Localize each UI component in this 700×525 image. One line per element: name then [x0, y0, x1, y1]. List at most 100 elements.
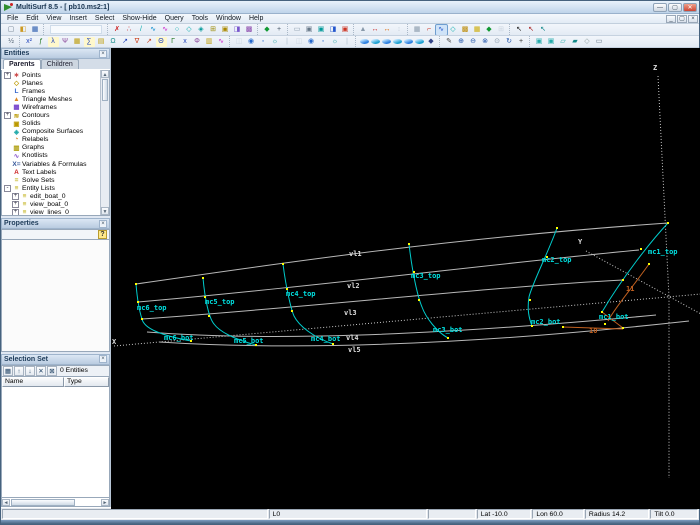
menu-show-hide[interactable]: Show-Hide: [118, 15, 160, 22]
delete-icon[interactable]: ✗: [112, 25, 123, 35]
patch-tool-icon[interactable]: ▣: [220, 25, 231, 35]
mdi-minimize-button[interactable]: _: [666, 14, 676, 23]
control-point[interactable]: [418, 299, 420, 301]
control-point[interactable]: [604, 323, 606, 325]
tree-item-view-boat-0[interactable]: + ≡ view_boat_0: [4, 201, 100, 209]
line-tool-icon[interactable]: /: [136, 25, 147, 35]
control-point[interactable]: [556, 227, 558, 229]
tree-item-knotlists[interactable]: ∿ Knotlists: [4, 152, 100, 160]
entities-tree-scrollbar[interactable]: ▲ ▼: [100, 70, 109, 215]
control-point[interactable]: [208, 315, 210, 317]
rotate-view-icon[interactable]: ↻: [504, 37, 515, 47]
formula-icon[interactable]: ƒ: [36, 37, 47, 47]
scroll-down-icon[interactable]: ▼: [101, 207, 109, 215]
mdi-close-button[interactable]: ×: [688, 14, 698, 23]
control-point[interactable]: [640, 248, 642, 250]
maximize-button[interactable]: ▢: [668, 2, 682, 12]
selection-close-icon[interactable]: ×: [99, 355, 107, 363]
snake-tool-icon[interactable]: ∿: [160, 25, 171, 35]
control-point[interactable]: [562, 326, 564, 328]
new-file-icon[interactable]: ▢: [6, 25, 17, 35]
tree-item-solids[interactable]: ▣ Solids: [4, 120, 100, 128]
tree-expander-icon[interactable]: +: [4, 112, 11, 120]
zoom-window-icon[interactable]: ⊗: [480, 37, 491, 47]
surface-oval-icon[interactable]: [393, 39, 402, 44]
tree-item-wireframes[interactable]: ▦ Wireframes: [4, 103, 100, 112]
control-point[interactable]: [622, 279, 624, 281]
render-display-icon[interactable]: ◆: [484, 25, 495, 35]
stretch-y-icon[interactable]: ↔: [382, 25, 393, 35]
surface-oval-icon[interactable]: [415, 39, 424, 44]
sigma-icon[interactable]: ∑: [83, 36, 95, 47]
grid-rows-icon[interactable]: ▤: [96, 37, 107, 47]
solid-tool-icon[interactable]: ◨: [232, 25, 243, 35]
zoom-previous-icon[interactable]: ⊙: [492, 37, 503, 47]
menu-file[interactable]: File: [3, 15, 22, 22]
tree-item-variables-formulas[interactable]: X= Variables & Formulas: [4, 160, 100, 168]
tree-item-planes[interactable]: ◇ Planes: [4, 79, 100, 88]
shade-display-icon[interactable]: ▦: [472, 25, 483, 35]
move-up-icon[interactable]: ↑: [14, 365, 24, 376]
circle-tool-icon[interactable]: ○: [172, 25, 183, 35]
selection-hscrollbar[interactable]: ◄ ►: [1, 498, 110, 507]
psi-icon[interactable]: Ψ: [60, 37, 71, 47]
curve-tool-icon[interactable]: ∿: [148, 25, 159, 35]
minimize-button[interactable]: —: [653, 2, 667, 12]
control-point[interactable]: [529, 299, 531, 301]
image-tool-icon[interactable]: ▩: [244, 25, 255, 35]
bulb-dim2-icon[interactable]: ◦: [318, 37, 329, 47]
show-entity2-icon[interactable]: ◫: [294, 37, 305, 47]
tree-expander-icon[interactable]: -: [4, 184, 11, 192]
hscroll-thumb[interactable]: [11, 498, 76, 506]
bulb-on-icon[interactable]: ◉: [246, 37, 257, 47]
view-window1-icon[interactable]: ▣: [304, 25, 315, 35]
tree-item-triangle-meshes[interactable]: ▲ Triangle Meshes: [4, 95, 100, 103]
insert-entity-icon[interactable]: ◆: [262, 25, 273, 35]
control-point[interactable]: [648, 263, 650, 265]
tree-expander-icon[interactable]: +: [12, 201, 19, 209]
clear-set-icon[interactable]: ⊠: [47, 365, 57, 376]
tree-expander-icon[interactable]: +: [12, 192, 19, 200]
tree-item-points[interactable]: + ∗ Points: [4, 71, 100, 79]
omega-icon[interactable]: Ω: [108, 37, 119, 47]
control-point[interactable]: [622, 327, 624, 329]
select-pointer-icon[interactable]: ↖: [514, 25, 525, 35]
add-icon[interactable]: +: [274, 25, 285, 35]
hull-wireframe-canvas[interactable]: ZYXvl1vl2vl3vl4vl5mc6_topmc5_topmc4_topm…: [111, 48, 700, 509]
surface-oval-icon[interactable]: [404, 39, 413, 44]
tree-item-relabels[interactable]: ◔ Relabels: [4, 136, 100, 144]
menu-view[interactable]: View: [42, 15, 65, 22]
control-point[interactable]: [202, 277, 204, 279]
tree-item-edit-boat-0[interactable]: + ≡ edit_boat_0: [4, 192, 100, 200]
view-window3-icon[interactable]: ◨: [328, 25, 339, 35]
menu-select[interactable]: Select: [91, 15, 118, 22]
view-wireframe-icon[interactable]: ▭: [292, 25, 303, 35]
column-name[interactable]: Name: [2, 376, 64, 387]
drawing-viewport[interactable]: Z Y Xvl1 vl2 vl3 vl4 vl5 mc6_top mc5_top mc4_top m…: [111, 48, 700, 509]
grid-cols-icon[interactable]: ▥: [204, 37, 215, 47]
menu-tools[interactable]: Tools: [188, 15, 212, 22]
scroll-right-icon[interactable]: ►: [101, 498, 109, 506]
open-file-icon[interactable]: ◧: [18, 25, 29, 35]
poly-icon[interactable]: ◇: [582, 37, 593, 47]
mirror-surface-icon[interactable]: ▱: [558, 37, 569, 47]
corner-display-icon[interactable]: ⌐: [424, 25, 435, 35]
control-point[interactable]: [332, 343, 334, 345]
select-filter-icon[interactable]: ↖: [538, 25, 549, 35]
copy-surface2-icon[interactable]: ▣: [546, 37, 557, 47]
variable-x2-icon[interactable]: x²: [24, 37, 35, 47]
column-type[interactable]: Type: [64, 376, 109, 387]
surface-oval-icon[interactable]: [382, 39, 391, 44]
gamma-icon[interactable]: Γ: [168, 37, 179, 47]
tab-parents[interactable]: Parents: [3, 59, 41, 69]
entities-close-icon[interactable]: ×: [99, 49, 107, 58]
pan-view-icon[interactable]: +: [516, 37, 527, 47]
menu-query[interactable]: Query: [161, 15, 188, 22]
mesh-display-icon[interactable]: ▩: [460, 25, 471, 35]
surface2-tool-icon[interactable]: ◈: [196, 25, 207, 35]
zoom-out-icon[interactable]: ⊖: [468, 37, 479, 47]
sun2-icon[interactable]: ☼: [330, 37, 341, 47]
tree-expander-icon[interactable]: +: [4, 71, 11, 79]
surface-oval-icon[interactable]: [360, 39, 369, 44]
control-point[interactable]: [667, 222, 669, 224]
